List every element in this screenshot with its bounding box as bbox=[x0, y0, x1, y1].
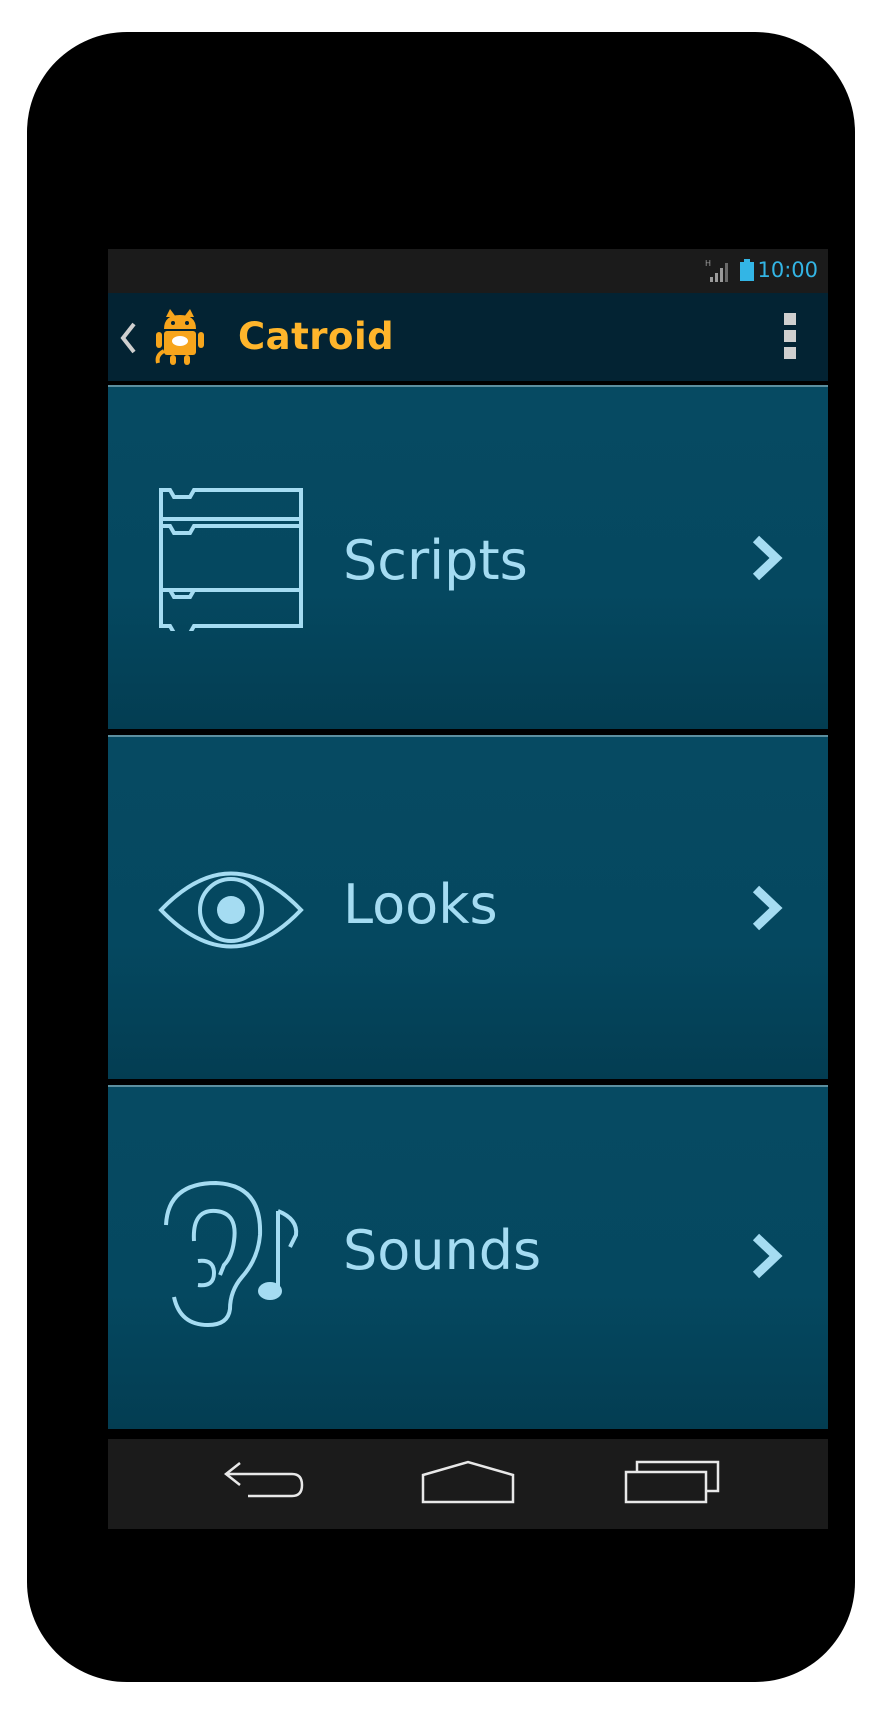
chevron-right-icon bbox=[752, 535, 783, 581]
overflow-menu-icon[interactable] bbox=[782, 313, 798, 361]
navigation-bar bbox=[108, 1439, 828, 1529]
tile-looks[interactable]: Looks bbox=[108, 735, 828, 1079]
tile-sounds[interactable]: Sounds bbox=[108, 1085, 828, 1429]
app-title: Catroid bbox=[238, 315, 395, 358]
chevron-right-icon bbox=[752, 1233, 783, 1279]
tile-label: Sounds bbox=[343, 1219, 542, 1282]
battery-icon bbox=[740, 259, 754, 281]
chevron-right-icon bbox=[752, 885, 783, 931]
recent-apps-icon[interactable] bbox=[623, 1459, 721, 1505]
status-time: 10:00 bbox=[757, 258, 818, 282]
screen: H 10:00 Catroid Scripts Looks Sounds bbox=[108, 249, 828, 1529]
tile-label: Looks bbox=[343, 873, 498, 936]
scripts-icon bbox=[159, 488, 303, 631]
phone-frame: H 10:00 Catroid Scripts Looks Sounds bbox=[27, 32, 855, 1682]
network-type-label: H bbox=[705, 259, 711, 268]
tile-label: Scripts bbox=[343, 529, 528, 592]
status-bar: H 10:00 bbox=[108, 249, 828, 293]
action-bar: Catroid bbox=[108, 293, 828, 381]
ear-music-icon bbox=[164, 1180, 299, 1328]
eye-icon bbox=[158, 871, 304, 949]
catroid-logo-icon[interactable] bbox=[152, 307, 208, 367]
home-icon[interactable] bbox=[420, 1459, 516, 1505]
chevron-left-icon[interactable] bbox=[118, 321, 138, 355]
tile-scripts[interactable]: Scripts bbox=[108, 385, 828, 729]
signal-icon: H bbox=[705, 259, 728, 282]
back-icon[interactable] bbox=[222, 1459, 306, 1505]
